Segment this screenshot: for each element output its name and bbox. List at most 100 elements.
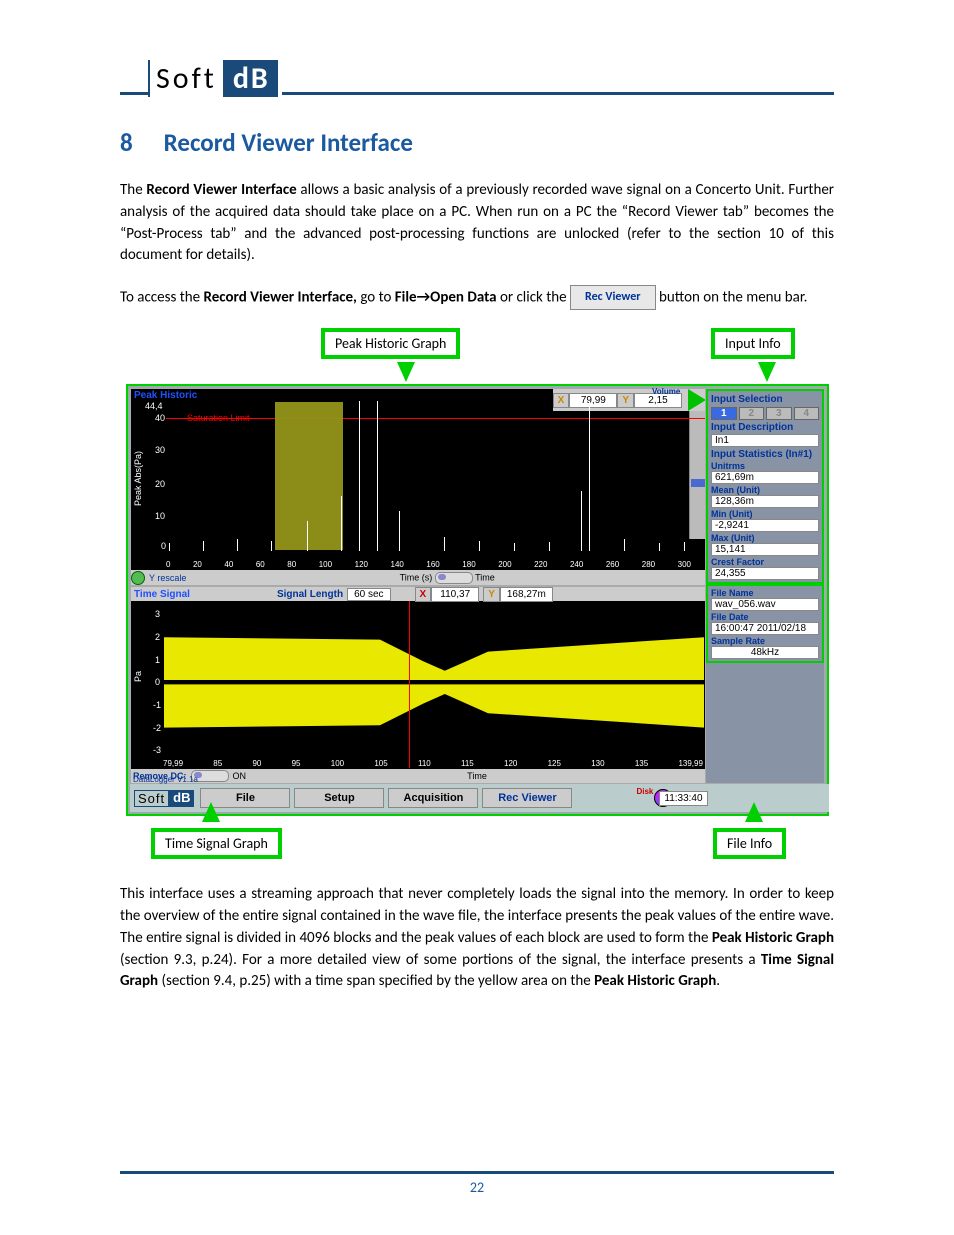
chevron-down-icon — [758, 362, 776, 382]
x-tick: 135 — [635, 759, 648, 768]
time-signal-panel: Time Signal Signal Length 60 sec X110,37… — [130, 586, 709, 784]
rec-viewer-button[interactable]: Rec Viewer — [570, 285, 656, 310]
signal-length-label: Signal Length — [277, 589, 343, 600]
y-tick: -3 — [153, 745, 161, 755]
arrow-icon: → — [417, 288, 431, 306]
y-tick: 44,4 — [145, 401, 163, 411]
remove-dc-state: ON — [233, 771, 247, 781]
volume-label: Volume — [652, 387, 708, 396]
setup-menu-button[interactable]: Setup — [294, 788, 384, 808]
x-tick: 180 — [462, 560, 475, 569]
peak-historic-footer: Y rescale Time (s) Time — [131, 570, 708, 585]
section-number: 8 — [120, 127, 158, 158]
x-tick: 280 — [642, 560, 655, 569]
record-viewer-app: Peak Historic X79,99 Y2,15 Volume Satura… — [126, 384, 829, 816]
header-rule-right — [282, 92, 834, 95]
x-tick: 60 — [256, 560, 265, 569]
x-tick: 139,99 — [678, 759, 702, 768]
input-4-button[interactable]: 4 — [794, 407, 820, 420]
acquisition-menu-button[interactable]: Acquisition — [388, 788, 478, 808]
y-tick: 0 — [161, 541, 166, 551]
x-tick: 40 — [224, 560, 233, 569]
cursor-line[interactable] — [409, 601, 410, 768]
input-selection-label: Input Selection — [711, 394, 819, 405]
time-slider[interactable] — [435, 572, 473, 584]
brand-soft: Soft — [148, 60, 225, 97]
file-info-group: File Name wav_056.wav File Date 16:00:47… — [706, 584, 824, 663]
x-tick: 85 — [213, 759, 222, 768]
x-tick: 130 — [591, 759, 604, 768]
input-description-label: Input Description — [711, 422, 819, 433]
chevron-down-icon — [397, 362, 415, 382]
x-tick: 115 — [461, 759, 474, 768]
rescale-icon[interactable] — [131, 571, 145, 585]
x-label: X — [415, 587, 432, 602]
input-info-group: Input Selection 1 2 3 4 Input Descriptio… — [706, 389, 824, 584]
peak-historic-plot — [169, 401, 689, 551]
x-tick: 260 — [606, 560, 619, 569]
page-footer: 22 — [120, 1171, 834, 1197]
section-heading: 8 Record Viewer Interface — [120, 127, 834, 158]
y-axis-label: Pa — [133, 671, 143, 682]
input-3-button[interactable]: 3 — [766, 407, 792, 420]
y-tick: -2 — [153, 723, 161, 733]
footer-rule — [120, 1171, 834, 1174]
y-tick: 2 — [155, 632, 160, 642]
chevron-up-icon — [202, 802, 220, 822]
input-2-button[interactable]: 2 — [739, 407, 765, 420]
y-label: Y — [483, 587, 500, 602]
intro-paragraph-2: To access the Record Viewer Interface, g… — [120, 285, 834, 310]
mean-value: 128,36m — [711, 495, 819, 508]
y-tick: 40 — [155, 413, 165, 423]
sample-rate-label: Sample Rate — [711, 636, 819, 646]
x-tick: 140 — [391, 560, 404, 569]
volume-thumb[interactable] — [691, 479, 705, 487]
chevron-up-icon — [745, 802, 763, 822]
input-description-value: In1 — [711, 434, 819, 447]
brand-db: dB — [225, 60, 278, 97]
intro-paragraph-1: The Record Viewer Interface allows a bas… — [120, 180, 834, 267]
x-tick: 100 — [331, 759, 344, 768]
y-tick: 0 — [155, 677, 160, 687]
y-axis-label: Peak Abs(Pa) — [133, 451, 143, 506]
callout-input-info: Input Info — [711, 328, 795, 359]
crest-factor-label: Crest Factor — [711, 557, 819, 567]
x-tick: 120 — [355, 560, 368, 569]
input-1-button[interactable]: 1 — [711, 407, 737, 420]
callout-file-info: File Info — [713, 828, 786, 859]
x-tick: 100 — [319, 560, 332, 569]
x-axis-label: Time — [246, 771, 708, 781]
x-tick: 105 — [374, 759, 387, 768]
min-value: -2,9241 — [711, 519, 819, 532]
max-value: 15,141 — [711, 543, 819, 556]
x-tick: 220 — [534, 560, 547, 569]
rec-viewer-menu-button[interactable]: Rec Viewer — [482, 788, 572, 808]
crest-factor-value: 24,355 — [711, 567, 819, 580]
x-tick: 80 — [287, 560, 296, 569]
x-tick: 20 — [193, 560, 202, 569]
x-tick: 125 — [548, 759, 561, 768]
clock-display: 11:33:40 — [659, 791, 707, 806]
x-tick: 79,99 — [163, 759, 183, 768]
y-rescale-label: Y rescale — [149, 573, 186, 583]
input-statistics-label: Input Statistics (In#1) — [711, 449, 819, 460]
callout-time-signal: Time Signal Graph — [151, 828, 282, 859]
x-tick: 120 — [504, 759, 517, 768]
section-title: Record Viewer Interface — [164, 127, 413, 158]
time-signal-title: Time Signal — [131, 589, 193, 600]
header-rule-left — [120, 92, 148, 95]
mean-label: Mean (Unit) — [711, 485, 819, 495]
file-name-value: wav_056.wav — [711, 598, 819, 611]
unitrms-value: 621,69m — [711, 471, 819, 484]
peak-historic-panel: Peak Historic X79,99 Y2,15 Volume Satura… — [130, 388, 709, 586]
x-tick: 0 — [166, 560, 170, 569]
menu-bar: DataLogger V1.1a SoftdB File Setup Acqui… — [130, 784, 829, 812]
unitrms-label: Unitrms — [711, 461, 819, 471]
file-name-label: File Name — [711, 588, 819, 598]
x-value: 110,37 — [431, 587, 479, 602]
signal-length-value: 60 sec — [347, 588, 390, 601]
interface-figure: Peak Historic Graph Input Info Time Sign… — [120, 328, 834, 866]
time-signal-plot — [164, 612, 704, 752]
version-label: DataLogger V1.1a — [133, 775, 198, 784]
side-panel: Input Selection 1 2 3 4 Input Descriptio… — [705, 388, 825, 784]
